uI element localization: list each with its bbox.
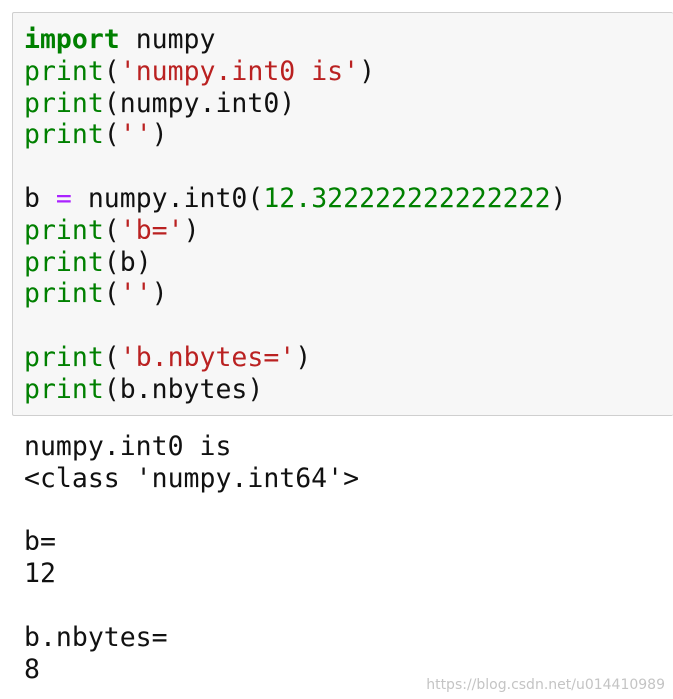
code-token: )	[550, 182, 567, 214]
code-token: )	[151, 278, 168, 310]
code-token: (	[103, 341, 120, 373]
code-token: print	[24, 119, 104, 151]
code-token: (numpy.int0)	[103, 87, 296, 119]
code-line: print(b.nbytes)	[24, 374, 567, 406]
code-token: print	[24, 373, 104, 405]
code-token: )	[151, 119, 168, 151]
code-token: numpy	[119, 24, 216, 55]
code-line: import numpy	[24, 24, 567, 56]
code-token: 'numpy.int0 is'	[119, 55, 360, 87]
code-token: numpy.int0(	[71, 182, 264, 214]
code-line: print('numpy.int0 is')	[24, 56, 567, 88]
watermark: https://blog.csdn.net/u014410989	[426, 677, 665, 693]
code-token: =	[55, 182, 72, 214]
code-line: print('b=')	[24, 215, 567, 247]
code-token: )	[295, 341, 312, 373]
code-line: print('')	[24, 119, 567, 151]
code-token: 'b.nbytes='	[119, 341, 296, 373]
code-token: )	[359, 55, 376, 87]
code-token: (	[103, 278, 120, 310]
output-line: b=	[24, 526, 56, 558]
code-line: b = numpy.int0(12.322222222222222)	[24, 183, 567, 215]
code-line: print(b)	[24, 247, 567, 279]
code-token: ''	[119, 119, 152, 151]
code-token: (b.nbytes)	[103, 373, 264, 405]
code-token: ''	[119, 278, 152, 310]
output-line: numpy.int0 is	[24, 431, 232, 462]
code-token: print	[24, 87, 104, 119]
code-line: print('b.nbytes=')	[24, 342, 567, 374]
code-token: 12.322222222222222	[263, 182, 551, 214]
code-token: print	[24, 214, 104, 246]
code-line: print(numpy.int0)	[24, 88, 567, 120]
output-line: <class 'numpy.int64'>	[24, 462, 360, 494]
code-token: import	[24, 24, 120, 55]
code-token: print	[24, 278, 104, 310]
code-editor[interactable]: import numpy print('numpy.int0 is') print(…	[24, 24, 567, 406]
code-token: 'b='	[119, 214, 184, 246]
code-token: b	[24, 182, 56, 214]
output-line: 12	[24, 558, 56, 590]
code-line: print('')	[24, 278, 567, 310]
code-token: print	[24, 55, 104, 87]
code-token: (b)	[103, 246, 152, 278]
code-token: print	[24, 246, 104, 278]
output-line: b.nbytes=	[24, 621, 168, 653]
cell-output: numpy.int0 is <class 'numpy.int64'> b= 12 …	[24, 431, 359, 685]
code-token: print	[24, 341, 104, 373]
code-token: (	[103, 214, 120, 246]
code-token: (	[103, 119, 120, 151]
output-line: 8	[24, 653, 40, 685]
code-token: (	[103, 55, 120, 87]
code-token: )	[183, 214, 200, 246]
